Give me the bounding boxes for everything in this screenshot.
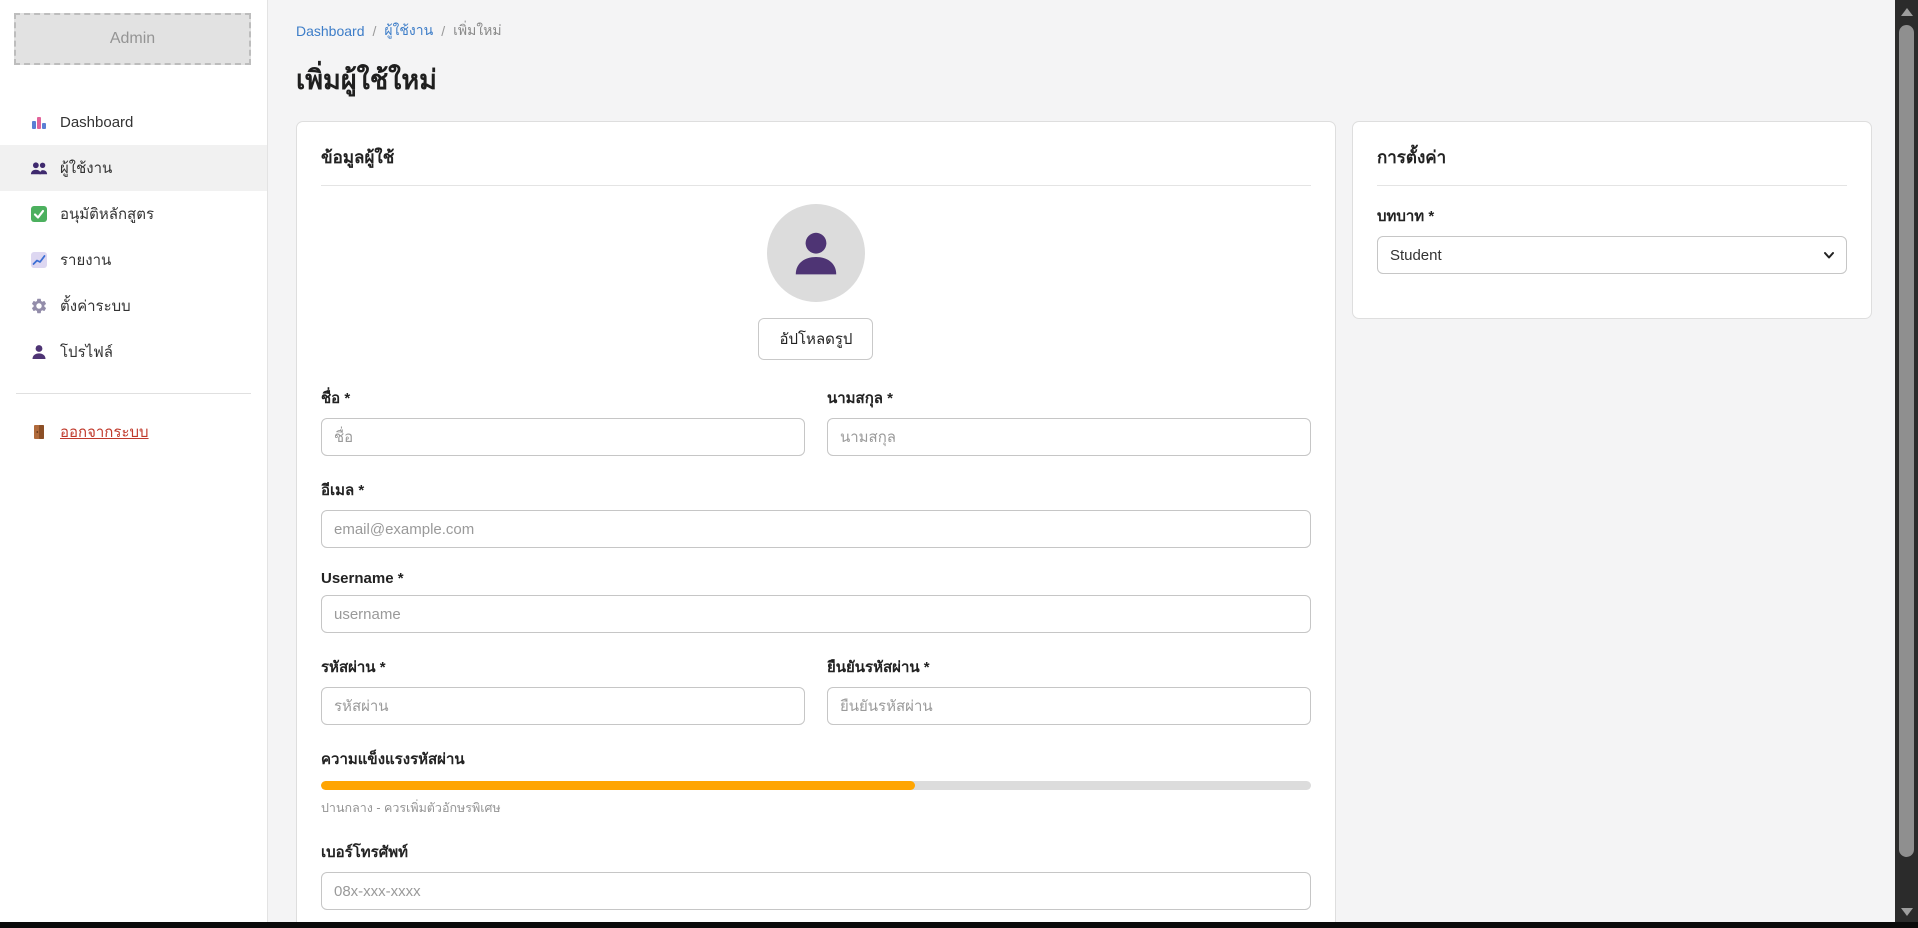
first-name-label: ชื่อ * [321,386,805,410]
sidebar-item-label: โปรไฟล์ [60,340,113,364]
page-title: เพิ่มผู้ใช้ใหม่ [296,58,1872,101]
confirm-password-input[interactable] [827,687,1311,725]
breadcrumb-link-dashboard[interactable]: Dashboard [296,23,365,39]
chevron-down-icon [1822,248,1836,262]
vertical-scrollbar[interactable] [1895,0,1918,928]
users-icon [30,159,48,177]
phone-field-group: เบอร์โทรศัพท์ [321,840,1311,910]
sidebar-item-label: Dashboard [60,114,133,131]
sidebar-item-label: อนุมัติหลักสูตร [60,202,154,226]
password-row: รหัสผ่าน * ยืนยันรหัสผ่าน * [321,655,1311,747]
sidebar: Admin Dashboard ผู้ใช้งาน อนุมัติหลักสูต… [0,0,268,928]
app-window: Admin Dashboard ผู้ใช้งาน อนุมัติหลักสูต… [0,0,1918,928]
sidebar-item-label: ตั้งค่าระบบ [60,294,131,318]
door-icon [30,423,48,441]
triangle-up-icon [1901,8,1913,16]
role-selected-value: Student [1390,247,1442,264]
person-icon [30,343,48,361]
sidebar-item-approve-courses[interactable]: อนุมัติหลักสูตร [0,191,267,237]
role-field-group: บทบาท * Student [1377,204,1847,274]
settings-card-title: การตั้งค่า [1377,144,1847,171]
upload-photo-button[interactable]: อัปโหลดรูป [758,318,873,360]
required-mark: * [380,659,386,676]
phone-label: เบอร์โทรศัพท์ [321,840,1311,864]
password-strength-track [321,781,1311,790]
username-input[interactable] [321,595,1311,633]
last-name-input[interactable] [827,418,1311,456]
breadcrumb-separator: / [441,23,445,39]
role-select[interactable]: Student [1377,236,1847,274]
scrollbar-thumb[interactable] [1899,25,1914,857]
breadcrumb-link-users[interactable]: ผู้ใช้งาน [384,20,433,42]
brand-logo: Admin [14,13,251,65]
last-name-label: นามสกุล * [827,386,1311,410]
logout-button[interactable]: ออกจากระบบ [0,412,267,452]
confirm-password-label: ยืนยันรหัสผ่าน * [827,655,1311,679]
sidebar-item-dashboard[interactable]: Dashboard [0,99,267,145]
bar-chart-icon [30,113,48,131]
sidebar-item-label: ผู้ใช้งาน [60,156,112,180]
email-field-group: อีเมล * [321,478,1311,548]
avatar [767,204,865,302]
required-mark: * [1428,208,1434,225]
card-divider [1377,185,1847,186]
first-name-field-group: ชื่อ * [321,386,805,456]
sidebar-item-settings[interactable]: ตั้งค่าระบบ [0,283,267,329]
role-label: บทบาท * [1377,204,1847,228]
sidebar-divider [16,393,251,394]
email-label: อีเมล * [321,478,1311,502]
main-content: Dashboard / ผู้ใช้งาน / เพิ่มใหม่ เพิ่มผ… [268,0,1918,928]
line-chart-icon [30,251,48,269]
required-mark: * [924,659,930,676]
password-input[interactable] [321,687,805,725]
breadcrumb-separator: / [373,23,377,39]
required-mark: * [887,390,893,407]
confirm-password-field-group: ยืนยันรหัสผ่าน * [827,655,1311,725]
phone-input[interactable] [321,872,1311,910]
avatar-block: อัปโหลดรูป [321,204,1311,360]
password-strength-hint: ปานกลาง - ควรเพิ่มตัวอักษรพิเศษ [321,798,1311,818]
gear-icon [30,297,48,315]
username-field-group: Username * [321,570,1311,633]
check-icon [30,205,48,223]
password-label: รหัสผ่าน * [321,655,805,679]
card-divider [321,185,1311,186]
scrollbar-down-button[interactable] [1895,902,1918,922]
username-label: Username * [321,570,1311,587]
password-field-group: รหัสผ่าน * [321,655,805,725]
first-name-input[interactable] [321,418,805,456]
scrollbar-up-button[interactable] [1895,2,1918,22]
name-row: ชื่อ * นามสกุล * [321,386,1311,478]
password-strength-fill [321,781,915,790]
breadcrumb: Dashboard / ผู้ใช้งาน / เพิ่มใหม่ [296,20,1872,42]
settings-card: การตั้งค่า บทบาท * Student [1352,121,1872,319]
email-input[interactable] [321,510,1311,548]
required-mark: * [398,570,404,587]
content-row: ข้อมูลผู้ใช้ อัปโหลดรูป ชื่อ * นามสกุล * [296,121,1872,928]
sidebar-item-reports[interactable]: รายงาน [0,237,267,283]
password-strength-label: ความแข็งแรงรหัสผ่าน [321,747,1311,771]
required-mark: * [344,390,350,407]
required-mark: * [358,482,364,499]
user-info-card: ข้อมูลผู้ใช้ อัปโหลดรูป ชื่อ * นามสกุล * [296,121,1336,928]
sidebar-item-label: รายงาน [60,248,111,272]
person-silhouette-icon [790,227,842,279]
logout-label: ออกจากระบบ [60,420,149,444]
password-strength-block: ความแข็งแรงรหัสผ่าน ปานกลาง - ควรเพิ่มตั… [321,747,1311,818]
user-info-card-title: ข้อมูลผู้ใช้ [321,144,1311,171]
bottom-edge-bar [0,922,1918,928]
last-name-field-group: นามสกุล * [827,386,1311,456]
sidebar-item-profile[interactable]: โปรไฟล์ [0,329,267,375]
breadcrumb-current: เพิ่มใหม่ [453,20,502,42]
triangle-down-icon [1901,908,1913,916]
sidebar-item-users[interactable]: ผู้ใช้งาน [0,145,267,191]
brand-label: Admin [110,30,155,48]
